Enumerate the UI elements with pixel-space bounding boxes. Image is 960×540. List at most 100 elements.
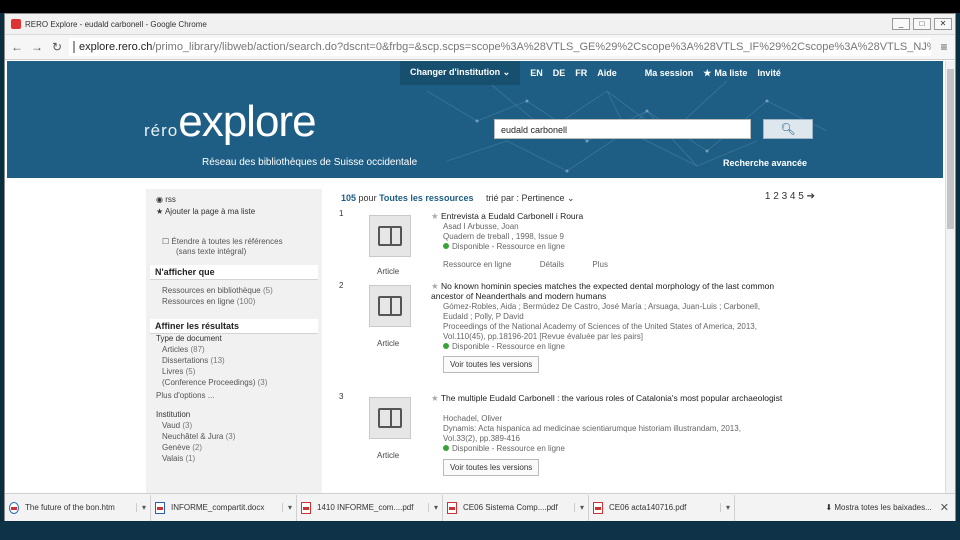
facet-geneve[interactable]: Genève (2) bbox=[162, 443, 202, 452]
chevron-down-icon[interactable]: ▾ bbox=[719, 503, 730, 512]
sort-label: trié par : bbox=[485, 193, 519, 203]
extend-checkbox[interactable]: ☐ Étendre à toutes les références bbox=[162, 237, 283, 246]
site-tagline: Réseau des bibliothèques de Suisse occid… bbox=[202, 157, 418, 168]
more-tab[interactable]: Plus bbox=[592, 260, 608, 269]
results-count: 105 bbox=[341, 193, 357, 203]
chevron-down-icon[interactable]: ▾ bbox=[281, 503, 292, 512]
download-item[interactable]: The future of the bon.htm ▾ bbox=[5, 494, 151, 521]
see-all-versions-button[interactable]: Voir toutes les versions bbox=[443, 459, 540, 476]
available-dot-icon bbox=[443, 445, 449, 451]
lang-de-link[interactable]: DE bbox=[553, 68, 566, 78]
my-session-link[interactable]: Ma session bbox=[645, 68, 694, 78]
available-dot-icon bbox=[443, 343, 449, 349]
advanced-search-link[interactable]: Recherche avancée bbox=[723, 158, 807, 168]
menu-icon[interactable]: ≡ bbox=[937, 40, 951, 54]
article-thumbnail[interactable] bbox=[369, 285, 411, 327]
result-number: 2 bbox=[339, 281, 344, 290]
facet-conference[interactable]: (Conference Proceedings) (3) bbox=[162, 378, 267, 387]
star-icon[interactable]: ★ bbox=[431, 281, 439, 291]
result-source-cont: Vol.110(45), pp.18196-201 [Revue évaluée… bbox=[443, 332, 643, 341]
result-author: Gómez-Robles, Aida ; Bermúdez De Castro,… bbox=[443, 302, 761, 311]
result-number: 1 bbox=[339, 209, 344, 218]
star-icon[interactable]: ★ bbox=[431, 393, 439, 403]
result-type: Article bbox=[377, 339, 400, 348]
rero-favicon-icon bbox=[11, 19, 21, 29]
top-navigation: Changer d'institution ⌄ EN DE FR Aide Ma… bbox=[400, 61, 781, 85]
search-input[interactable]: eudald carbonell bbox=[494, 119, 751, 139]
my-list-link[interactable]: Ma liste bbox=[714, 68, 747, 78]
result-source-cont: Vol.33(2), pp.389-416 bbox=[443, 434, 520, 443]
download-item[interactable]: CE06 acta140716.pdf ▾ bbox=[589, 494, 735, 521]
result-author: Hochadel, Oliver bbox=[443, 414, 503, 423]
see-all-versions-button[interactable]: Voir toutes les versions bbox=[443, 356, 540, 373]
star-icon[interactable]: ★ bbox=[431, 211, 439, 221]
download-item[interactable]: INFORME_compartit.docx ▾ bbox=[151, 494, 297, 521]
result-title[interactable]: ★ The multiple Eudald Carbonell : the va… bbox=[431, 393, 791, 403]
details-tab[interactable]: Détails bbox=[540, 260, 564, 269]
results-list: 105 pour Toutes les ressources trié par … bbox=[331, 189, 821, 501]
scrollbar-thumb[interactable] bbox=[947, 69, 954, 229]
guest-link[interactable]: Invité bbox=[757, 68, 781, 78]
downloads-bar: The future of the bon.htm ▾ INFORME_comp… bbox=[5, 493, 955, 521]
lang-en-link[interactable]: EN bbox=[530, 68, 543, 78]
forward-arrow-icon[interactable]: → bbox=[29, 40, 45, 54]
institution-heading: Institution bbox=[156, 410, 191, 419]
extend-note: (sans texte intégral) bbox=[176, 247, 247, 256]
maximize-button[interactable]: □ bbox=[913, 18, 931, 30]
close-icon[interactable]: ✕ bbox=[940, 501, 949, 514]
facets-sidebar: ◉ rss ★ Ajouter la page à ma liste ☐ Éte… bbox=[146, 189, 322, 501]
book-icon bbox=[378, 408, 402, 428]
result-source: Proceedings of the National Academy of S… bbox=[443, 322, 757, 331]
facet-books[interactable]: Livres (5) bbox=[162, 367, 195, 376]
reload-icon[interactable]: ↻ bbox=[49, 40, 65, 54]
facet-vaud[interactable]: Vaud (3) bbox=[162, 421, 192, 430]
change-institution-dropdown[interactable]: Changer d'institution ⌄ bbox=[400, 61, 521, 85]
chevron-down-icon[interactable]: ▾ bbox=[135, 503, 146, 512]
more-options-link[interactable]: Plus d'options ... bbox=[156, 391, 214, 400]
rero-explore-logo[interactable]: réro explore bbox=[144, 97, 317, 147]
minimize-button[interactable]: _ bbox=[892, 18, 910, 30]
facet-neuchatel[interactable]: Neuchâtel & Jura (3) bbox=[162, 432, 235, 441]
next-arrow-icon[interactable]: ➔ bbox=[807, 191, 815, 202]
result-title[interactable]: ★ No known hominin species matches the e… bbox=[431, 281, 791, 301]
back-arrow-icon[interactable]: ← bbox=[9, 40, 25, 54]
chevron-down-icon[interactable]: ▾ bbox=[427, 503, 438, 512]
doc-file-icon bbox=[155, 501, 165, 514]
availability[interactable]: Disponible - Ressource en ligne bbox=[443, 242, 565, 251]
show-all-downloads-link[interactable]: ⬇ Mostra totes les baixades... bbox=[825, 503, 939, 512]
result-author: Asad I Arbusse, Joan bbox=[443, 222, 519, 231]
chevron-down-icon[interactable]: ▾ bbox=[573, 503, 584, 512]
pagination[interactable]: 1 2 3 4 5 ➔ bbox=[765, 191, 815, 202]
online-resource-tab[interactable]: Ressource en ligne bbox=[443, 260, 511, 269]
web-page: Changer d'institution ⌄ EN DE FR Aide Ma… bbox=[5, 61, 955, 501]
facet-online[interactable]: Ressources en ligne (100) bbox=[162, 297, 255, 306]
star-icon: ★ bbox=[703, 67, 712, 78]
facet-valais[interactable]: Valais (1) bbox=[162, 454, 195, 463]
address-bar[interactable]: explore.rero.ch /primo_library/libweb/ac… bbox=[69, 38, 931, 56]
search-button[interactable]: 🔍︎ bbox=[763, 119, 813, 139]
add-page-to-list-link[interactable]: ★ Ajouter la page à ma liste bbox=[156, 207, 255, 216]
page-scrollbar[interactable] bbox=[945, 61, 955, 501]
close-window-button[interactable]: ✕ bbox=[934, 18, 952, 30]
lang-fr-link[interactable]: FR bbox=[575, 68, 587, 78]
availability[interactable]: Disponible - Ressource en ligne bbox=[443, 444, 565, 453]
article-thumbnail[interactable] bbox=[369, 397, 411, 439]
result-title[interactable]: ★ Entrevista a Eudald Carbonell i Roura bbox=[431, 211, 791, 221]
page-icon bbox=[73, 41, 75, 53]
facet-articles[interactable]: Articles (87) bbox=[162, 345, 205, 354]
article-thumbnail[interactable] bbox=[369, 215, 411, 257]
download-item[interactable]: CE06 Sistema Comp....pdf ▾ bbox=[443, 494, 589, 521]
search-icon: 🔍︎ bbox=[780, 122, 796, 136]
facet-library[interactable]: Ressources en bibliothèque (5) bbox=[162, 286, 273, 295]
top-letterbox bbox=[0, 0, 960, 13]
pdf-file-icon bbox=[447, 501, 457, 514]
availability[interactable]: Disponible - Ressource en ligne bbox=[443, 342, 565, 351]
results-scope: Toutes les ressources bbox=[379, 193, 474, 203]
download-item[interactable]: 1410 INFORME_com....pdf ▾ bbox=[297, 494, 443, 521]
help-link[interactable]: Aide bbox=[597, 68, 617, 78]
refine-heading: Affiner les résultats bbox=[150, 319, 318, 334]
sort-dropdown[interactable]: Pertinence ⌄ bbox=[522, 193, 575, 203]
facet-dissertations[interactable]: Dissertations (13) bbox=[162, 356, 225, 365]
show-only-heading: N'afficher que bbox=[150, 265, 318, 280]
rss-link[interactable]: ◉ rss bbox=[156, 195, 176, 204]
